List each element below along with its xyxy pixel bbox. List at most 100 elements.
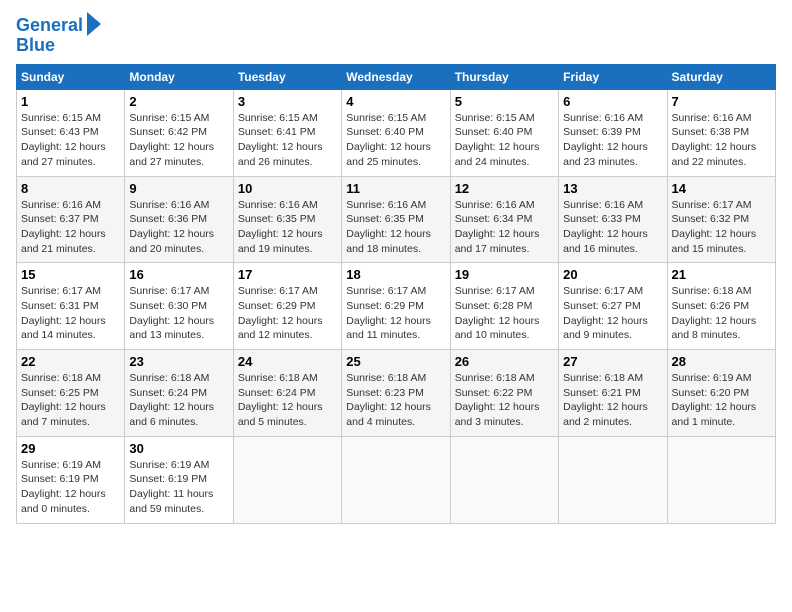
sunrise-label: Sunrise: 6:19 AM [21, 459, 101, 471]
daylight-label: Daylight: 12 hours and 0 minutes. [21, 488, 106, 515]
day-of-week-header: Monday [125, 64, 233, 89]
calendar-cell: 24 Sunrise: 6:18 AM Sunset: 6:24 PM Dayl… [233, 350, 341, 437]
daylight-label: Daylight: 12 hours and 21 minutes. [21, 228, 106, 255]
sunrise-label: Sunrise: 6:19 AM [672, 372, 752, 384]
sunset-label: Sunset: 6:24 PM [238, 387, 316, 399]
sunrise-label: Sunrise: 6:15 AM [21, 112, 101, 124]
calendar-cell: 15 Sunrise: 6:17 AM Sunset: 6:31 PM Dayl… [17, 263, 125, 350]
daylight-label: Daylight: 12 hours and 9 minutes. [563, 315, 648, 342]
day-info: Sunrise: 6:16 AM Sunset: 6:33 PM Dayligh… [563, 198, 662, 257]
day-number: 20 [563, 267, 662, 282]
page-header: General Blue [16, 16, 776, 56]
daylight-label: Daylight: 12 hours and 14 minutes. [21, 315, 106, 342]
day-info: Sunrise: 6:17 AM Sunset: 6:27 PM Dayligh… [563, 284, 662, 343]
sunset-label: Sunset: 6:22 PM [455, 387, 533, 399]
calendar-cell: 9 Sunrise: 6:16 AM Sunset: 6:36 PM Dayli… [125, 176, 233, 263]
day-info: Sunrise: 6:17 AM Sunset: 6:30 PM Dayligh… [129, 284, 228, 343]
sunset-label: Sunset: 6:19 PM [129, 473, 207, 485]
day-number: 7 [672, 94, 771, 109]
day-info: Sunrise: 6:17 AM Sunset: 6:32 PM Dayligh… [672, 198, 771, 257]
calendar-cell: 30 Sunrise: 6:19 AM Sunset: 6:19 PM Dayl… [125, 436, 233, 523]
sunset-label: Sunset: 6:40 PM [455, 126, 533, 138]
sunrise-label: Sunrise: 6:17 AM [346, 285, 426, 297]
sunrise-label: Sunrise: 6:18 AM [238, 372, 318, 384]
day-number: 15 [21, 267, 120, 282]
calendar-cell: 14 Sunrise: 6:17 AM Sunset: 6:32 PM Dayl… [667, 176, 775, 263]
day-number: 13 [563, 181, 662, 196]
day-number: 27 [563, 354, 662, 369]
sunset-label: Sunset: 6:38 PM [672, 126, 750, 138]
sunrise-label: Sunrise: 6:17 AM [21, 285, 101, 297]
calendar-cell: 23 Sunrise: 6:18 AM Sunset: 6:24 PM Dayl… [125, 350, 233, 437]
calendar-cell: 10 Sunrise: 6:16 AM Sunset: 6:35 PM Dayl… [233, 176, 341, 263]
sunrise-label: Sunrise: 6:16 AM [563, 112, 643, 124]
sunset-label: Sunset: 6:35 PM [238, 213, 316, 225]
day-number: 11 [346, 181, 445, 196]
day-info: Sunrise: 6:18 AM Sunset: 6:24 PM Dayligh… [129, 371, 228, 430]
day-number: 23 [129, 354, 228, 369]
day-info: Sunrise: 6:19 AM Sunset: 6:19 PM Dayligh… [21, 458, 120, 517]
sunset-label: Sunset: 6:29 PM [238, 300, 316, 312]
daylight-label: Daylight: 12 hours and 16 minutes. [563, 228, 648, 255]
day-info: Sunrise: 6:18 AM Sunset: 6:26 PM Dayligh… [672, 284, 771, 343]
day-number: 28 [672, 354, 771, 369]
day-info: Sunrise: 6:15 AM Sunset: 6:43 PM Dayligh… [21, 111, 120, 170]
sunset-label: Sunset: 6:32 PM [672, 213, 750, 225]
calendar-cell: 12 Sunrise: 6:16 AM Sunset: 6:34 PM Dayl… [450, 176, 558, 263]
day-number: 2 [129, 94, 228, 109]
sunrise-label: Sunrise: 6:17 AM [238, 285, 318, 297]
daylight-label: Daylight: 12 hours and 18 minutes. [346, 228, 431, 255]
day-info: Sunrise: 6:17 AM Sunset: 6:29 PM Dayligh… [238, 284, 337, 343]
day-of-week-header: Thursday [450, 64, 558, 89]
sunset-label: Sunset: 6:26 PM [672, 300, 750, 312]
calendar-cell: 17 Sunrise: 6:17 AM Sunset: 6:29 PM Dayl… [233, 263, 341, 350]
day-info: Sunrise: 6:19 AM Sunset: 6:19 PM Dayligh… [129, 458, 228, 517]
daylight-label: Daylight: 12 hours and 26 minutes. [238, 141, 323, 168]
sunrise-label: Sunrise: 6:17 AM [455, 285, 535, 297]
day-info: Sunrise: 6:16 AM Sunset: 6:39 PM Dayligh… [563, 111, 662, 170]
calendar-cell: 27 Sunrise: 6:18 AM Sunset: 6:21 PM Dayl… [559, 350, 667, 437]
daylight-label: Daylight: 12 hours and 27 minutes. [129, 141, 214, 168]
sunrise-label: Sunrise: 6:18 AM [563, 372, 643, 384]
daylight-label: Daylight: 12 hours and 27 minutes. [21, 141, 106, 168]
day-info: Sunrise: 6:18 AM Sunset: 6:21 PM Dayligh… [563, 371, 662, 430]
sunset-label: Sunset: 6:37 PM [21, 213, 99, 225]
daylight-label: Daylight: 12 hours and 15 minutes. [672, 228, 757, 255]
sunrise-label: Sunrise: 6:17 AM [563, 285, 643, 297]
daylight-label: Daylight: 12 hours and 25 minutes. [346, 141, 431, 168]
sunset-label: Sunset: 6:42 PM [129, 126, 207, 138]
day-info: Sunrise: 6:15 AM Sunset: 6:41 PM Dayligh… [238, 111, 337, 170]
day-info: Sunrise: 6:16 AM Sunset: 6:37 PM Dayligh… [21, 198, 120, 257]
day-number: 14 [672, 181, 771, 196]
sunset-label: Sunset: 6:36 PM [129, 213, 207, 225]
day-number: 9 [129, 181, 228, 196]
sunrise-label: Sunrise: 6:16 AM [563, 199, 643, 211]
sunset-label: Sunset: 6:41 PM [238, 126, 316, 138]
day-of-week-header: Friday [559, 64, 667, 89]
sunset-label: Sunset: 6:20 PM [672, 387, 750, 399]
day-number: 24 [238, 354, 337, 369]
day-info: Sunrise: 6:16 AM Sunset: 6:36 PM Dayligh… [129, 198, 228, 257]
sunset-label: Sunset: 6:21 PM [563, 387, 641, 399]
calendar-cell: 16 Sunrise: 6:17 AM Sunset: 6:30 PM Dayl… [125, 263, 233, 350]
day-of-week-header: Saturday [667, 64, 775, 89]
daylight-label: Daylight: 12 hours and 22 minutes. [672, 141, 757, 168]
day-info: Sunrise: 6:15 AM Sunset: 6:40 PM Dayligh… [346, 111, 445, 170]
sunset-label: Sunset: 6:31 PM [21, 300, 99, 312]
calendar-cell: 4 Sunrise: 6:15 AM Sunset: 6:40 PM Dayli… [342, 89, 450, 176]
daylight-label: Daylight: 12 hours and 23 minutes. [563, 141, 648, 168]
day-number: 10 [238, 181, 337, 196]
calendar-table: SundayMondayTuesdayWednesdayThursdayFrid… [16, 64, 776, 524]
day-number: 8 [21, 181, 120, 196]
day-info: Sunrise: 6:16 AM Sunset: 6:34 PM Dayligh… [455, 198, 554, 257]
sunset-label: Sunset: 6:43 PM [21, 126, 99, 138]
calendar-cell [233, 436, 341, 523]
day-info: Sunrise: 6:15 AM Sunset: 6:42 PM Dayligh… [129, 111, 228, 170]
day-number: 5 [455, 94, 554, 109]
day-info: Sunrise: 6:17 AM Sunset: 6:29 PM Dayligh… [346, 284, 445, 343]
sunset-label: Sunset: 6:27 PM [563, 300, 641, 312]
daylight-label: Daylight: 12 hours and 1 minute. [672, 401, 757, 428]
sunset-label: Sunset: 6:39 PM [563, 126, 641, 138]
calendar-cell [450, 436, 558, 523]
sunset-label: Sunset: 6:33 PM [563, 213, 641, 225]
